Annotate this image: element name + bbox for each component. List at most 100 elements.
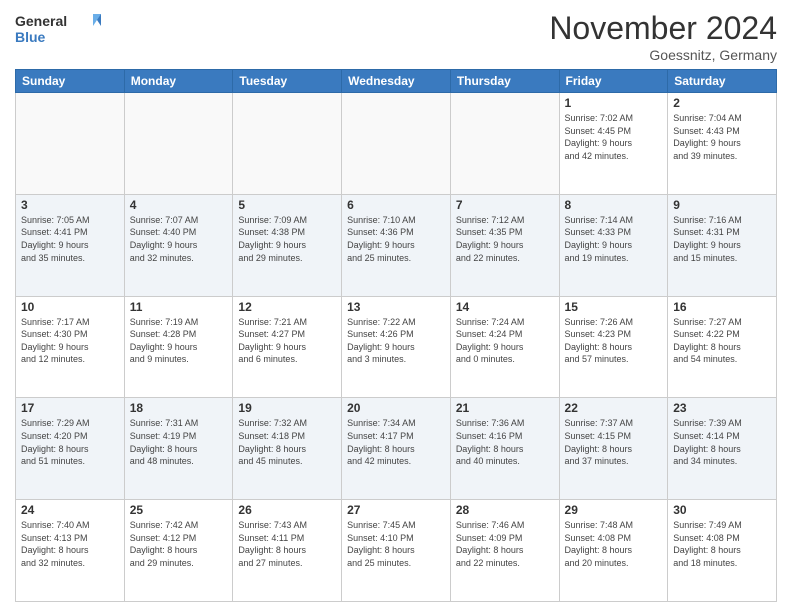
calendar-week-row: 1 Sunrise: 7:02 AMSunset: 4:45 PMDaylight…	[16, 93, 777, 195]
calendar-cell: 5Sunrise: 7:09 AMSunset: 4:38 PMDaylight…	[233, 194, 342, 296]
day-number: 20	[347, 401, 445, 415]
day-number: 22	[565, 401, 663, 415]
calendar-cell: 1 Sunrise: 7:02 AMSunset: 4:45 PMDaylight…	[559, 93, 668, 195]
day-info: Sunrise: 7:32 AMSunset: 4:18 PMDaylight:…	[238, 417, 336, 467]
calendar-cell: 21 Sunrise: 7:36 AMSunset: 4:16 PMDayligh…	[450, 398, 559, 500]
day-number: 16	[673, 300, 771, 314]
calendar-cell: 11Sunrise: 7:19 AMSunset: 4:28 PMDayligh…	[124, 296, 233, 398]
day-number: 23	[673, 401, 771, 415]
day-info: Sunrise: 7:31 AMSunset: 4:19 PMDaylight:…	[130, 417, 228, 467]
day-info: Sunrise: 7:07 AMSunset: 4:40 PMDaylight:…	[130, 214, 228, 264]
calendar-cell	[450, 93, 559, 195]
day-info: Sunrise: 7:45 AMSunset: 4:10 PMDaylight:…	[347, 519, 445, 569]
day-number: 17	[21, 401, 119, 415]
day-info: Sunrise: 7:12 AMSunset: 4:35 PMDaylight:…	[456, 214, 554, 264]
calendar-cell	[124, 93, 233, 195]
day-number: 28	[456, 503, 554, 517]
calendar-cell	[233, 93, 342, 195]
calendar-cell: 20 Sunrise: 7:34 AMSunset: 4:17 PMDayligh…	[342, 398, 451, 500]
day-number: 14	[456, 300, 554, 314]
day-number: 26	[238, 503, 336, 517]
day-number: 4	[130, 198, 228, 212]
calendar-cell: 18Sunrise: 7:31 AMSunset: 4:19 PMDayligh…	[124, 398, 233, 500]
day-info: Sunrise: 7:49 AMSunset: 4:08 PMDaylight:…	[673, 519, 771, 569]
weekday-header-friday: Friday	[559, 70, 668, 93]
day-number: 13	[347, 300, 445, 314]
calendar-cell: 17 Sunrise: 7:29 AMSunset: 4:20 PMDayligh…	[16, 398, 125, 500]
day-number: 12	[238, 300, 336, 314]
calendar-cell: 6 Sunrise: 7:10 AMSunset: 4:36 PMDaylight…	[342, 194, 451, 296]
day-info: Sunrise: 7:24 AMSunset: 4:24 PMDaylight:…	[456, 316, 554, 366]
day-number: 8	[565, 198, 663, 212]
calendar-cell: 12Sunrise: 7:21 AMSunset: 4:27 PMDayligh…	[233, 296, 342, 398]
day-number: 7	[456, 198, 554, 212]
calendar-cell: 28Sunrise: 7:46 AMSunset: 4:09 PMDayligh…	[450, 500, 559, 602]
calendar-week-row: 24 Sunrise: 7:40 AMSunset: 4:13 PMDayligh…	[16, 500, 777, 602]
day-info: Sunrise: 7:26 AMSunset: 4:23 PMDaylight:…	[565, 316, 663, 366]
location: Goessnitz, Germany	[549, 47, 777, 63]
calendar-cell	[16, 93, 125, 195]
day-number: 1	[565, 96, 663, 110]
calendar-cell: 10 Sunrise: 7:17 AMSunset: 4:30 PMDayligh…	[16, 296, 125, 398]
day-info: Sunrise: 7:02 AMSunset: 4:45 PMDaylight:…	[565, 112, 663, 162]
day-info: Sunrise: 7:17 AMSunset: 4:30 PMDaylight:…	[21, 316, 119, 366]
day-number: 24	[21, 503, 119, 517]
day-info: Sunrise: 7:34 AMSunset: 4:17 PMDaylight:…	[347, 417, 445, 467]
day-number: 11	[130, 300, 228, 314]
day-info: Sunrise: 7:40 AMSunset: 4:13 PMDaylight:…	[21, 519, 119, 569]
weekday-header-wednesday: Wednesday	[342, 70, 451, 93]
weekday-header-saturday: Saturday	[668, 70, 777, 93]
day-number: 15	[565, 300, 663, 314]
day-number: 30	[673, 503, 771, 517]
day-info: Sunrise: 7:27 AMSunset: 4:22 PMDaylight:…	[673, 316, 771, 366]
weekday-header-monday: Monday	[124, 70, 233, 93]
day-number: 25	[130, 503, 228, 517]
calendar-cell: 26Sunrise: 7:43 AMSunset: 4:11 PMDayligh…	[233, 500, 342, 602]
page-header: General Blue November 2024 Goessnitz, Ge…	[15, 10, 777, 63]
day-info: Sunrise: 7:29 AMSunset: 4:20 PMDaylight:…	[21, 417, 119, 467]
calendar-header-row: SundayMondayTuesdayWednesdayThursdayFrid…	[16, 70, 777, 93]
svg-text:General: General	[15, 13, 67, 29]
calendar-cell: 24 Sunrise: 7:40 AMSunset: 4:13 PMDayligh…	[16, 500, 125, 602]
calendar-cell: 14 Sunrise: 7:24 AMSunset: 4:24 PMDayligh…	[450, 296, 559, 398]
day-info: Sunrise: 7:16 AMSunset: 4:31 PMDaylight:…	[673, 214, 771, 264]
title-section: November 2024 Goessnitz, Germany	[549, 10, 777, 63]
day-info: Sunrise: 7:36 AMSunset: 4:16 PMDaylight:…	[456, 417, 554, 467]
calendar-week-row: 10 Sunrise: 7:17 AMSunset: 4:30 PMDayligh…	[16, 296, 777, 398]
month-title: November 2024	[549, 10, 777, 47]
calendar-cell: 13Sunrise: 7:22 AMSunset: 4:26 PMDayligh…	[342, 296, 451, 398]
calendar-cell: 19 Sunrise: 7:32 AMSunset: 4:18 PMDayligh…	[233, 398, 342, 500]
calendar-cell: 7 Sunrise: 7:12 AMSunset: 4:35 PMDaylight…	[450, 194, 559, 296]
day-info: Sunrise: 7:09 AMSunset: 4:38 PMDaylight:…	[238, 214, 336, 264]
day-info: Sunrise: 7:42 AMSunset: 4:12 PMDaylight:…	[130, 519, 228, 569]
day-number: 27	[347, 503, 445, 517]
weekday-header-sunday: Sunday	[16, 70, 125, 93]
calendar-cell: 2 Sunrise: 7:04 AMSunset: 4:43 PMDaylight…	[668, 93, 777, 195]
day-number: 29	[565, 503, 663, 517]
day-info: Sunrise: 7:37 AMSunset: 4:15 PMDaylight:…	[565, 417, 663, 467]
weekday-header-thursday: Thursday	[450, 70, 559, 93]
day-number: 10	[21, 300, 119, 314]
day-info: Sunrise: 7:05 AMSunset: 4:41 PMDaylight:…	[21, 214, 119, 264]
calendar-week-row: 3 Sunrise: 7:05 AMSunset: 4:41 PMDaylight…	[16, 194, 777, 296]
day-number: 2	[673, 96, 771, 110]
logo-svg: General Blue	[15, 10, 105, 48]
calendar-cell: 4 Sunrise: 7:07 AMSunset: 4:40 PMDaylight…	[124, 194, 233, 296]
day-info: Sunrise: 7:10 AMSunset: 4:36 PMDaylight:…	[347, 214, 445, 264]
calendar-cell: 22 Sunrise: 7:37 AMSunset: 4:15 PMDayligh…	[559, 398, 668, 500]
calendar-cell: 15 Sunrise: 7:26 AMSunset: 4:23 PMDayligh…	[559, 296, 668, 398]
calendar-cell	[342, 93, 451, 195]
calendar: SundayMondayTuesdayWednesdayThursdayFrid…	[15, 69, 777, 602]
day-info: Sunrise: 7:39 AMSunset: 4:14 PMDaylight:…	[673, 417, 771, 467]
day-info: Sunrise: 7:04 AMSunset: 4:43 PMDaylight:…	[673, 112, 771, 162]
calendar-cell: 25 Sunrise: 7:42 AMSunset: 4:12 PMDayligh…	[124, 500, 233, 602]
day-number: 3	[21, 198, 119, 212]
day-number: 6	[347, 198, 445, 212]
svg-text:Blue: Blue	[15, 29, 46, 45]
day-number: 21	[456, 401, 554, 415]
calendar-cell: 30 Sunrise: 7:49 AMSunset: 4:08 PMDayligh…	[668, 500, 777, 602]
day-number: 19	[238, 401, 336, 415]
calendar-cell: 3 Sunrise: 7:05 AMSunset: 4:41 PMDaylight…	[16, 194, 125, 296]
logo: General Blue	[15, 10, 105, 48]
calendar-cell: 8Sunrise: 7:14 AMSunset: 4:33 PMDaylight…	[559, 194, 668, 296]
